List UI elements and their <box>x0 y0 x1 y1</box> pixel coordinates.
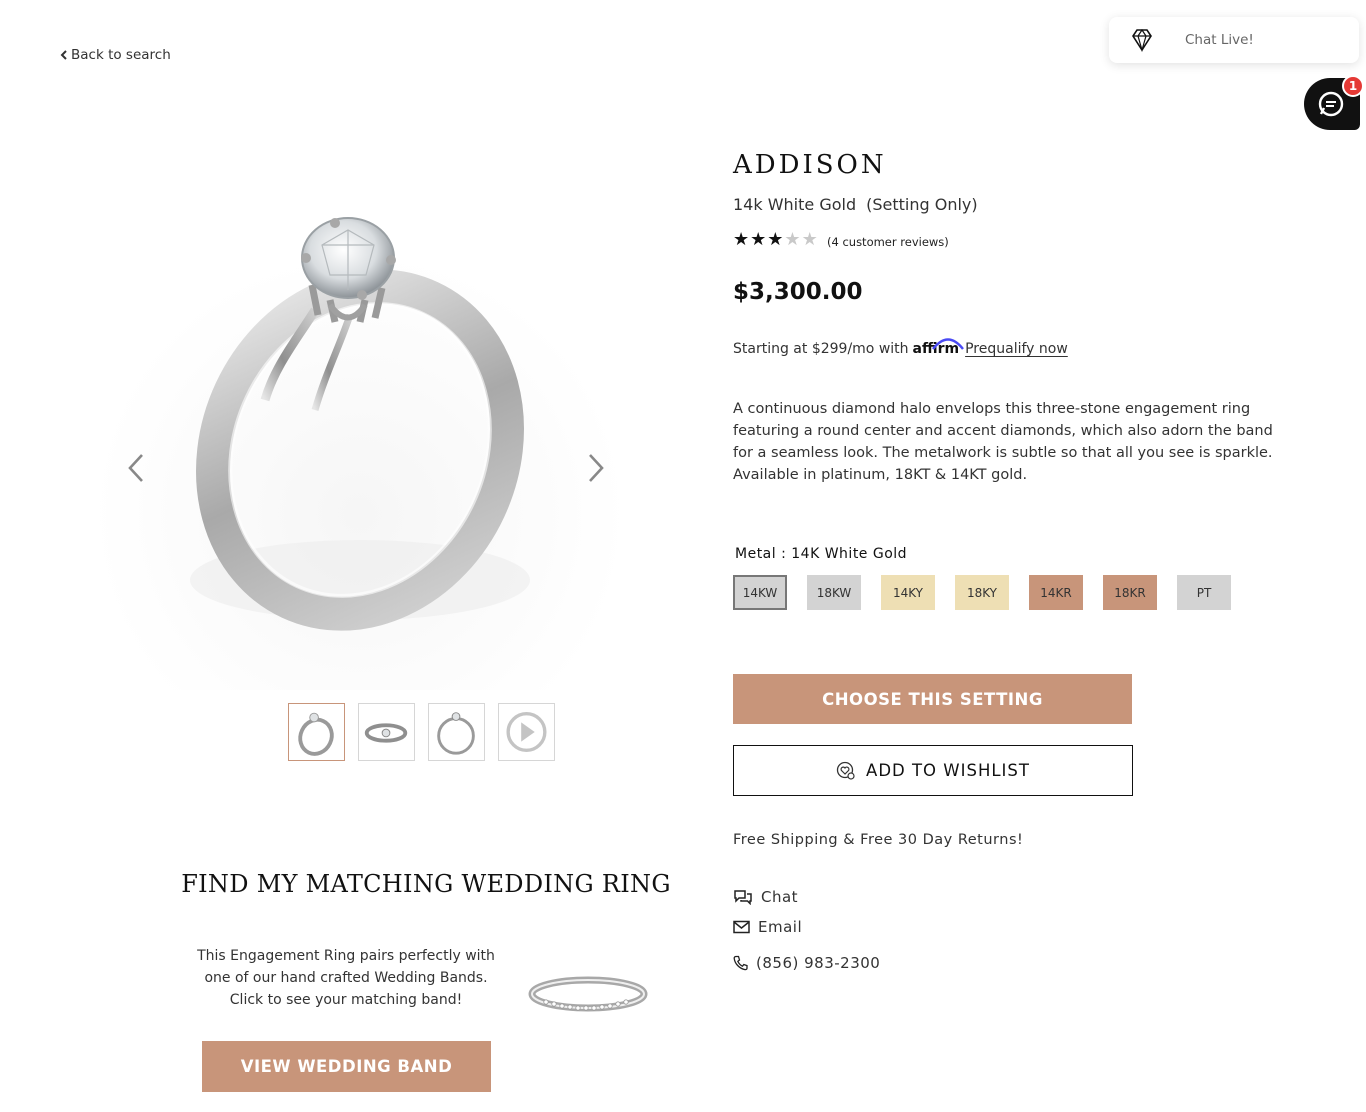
star-rating: ★ ★ ★ ★ ★ <box>733 231 818 249</box>
gallery-thumbnail[interactable] <box>498 703 555 761</box>
metal-option-18kw[interactable]: 18KW <box>807 575 861 610</box>
matching-ring-title: FIND MY MATCHING WEDDING RING <box>181 870 671 898</box>
contact-phone-label: (856) 983-2300 <box>756 954 881 972</box>
affirm-financing: Starting at $299/mo with affirm Prequali… <box>733 338 1068 357</box>
matching-ring-description: This Engagement Ring pairs perfectly wit… <box>197 948 495 1008</box>
metal-selector-label: Metal : 14K White Gold <box>735 546 908 562</box>
view-wedding-band-button[interactable]: VIEW WEDDING BAND <box>202 1041 491 1092</box>
gallery-thumbnail[interactable] <box>358 703 415 761</box>
product-description: A continuous diamond halo envelops this … <box>733 401 1273 483</box>
add-to-wishlist-button[interactable]: ADD TO WISHLIST <box>733 745 1133 796</box>
star-icon: ★ <box>733 229 750 250</box>
star-icon: ★ <box>767 229 784 250</box>
metal-name: 14k White Gold <box>733 195 857 214</box>
affirm-logo: affirm <box>913 338 964 357</box>
chat-live-label: Chat Live! <box>1185 32 1254 48</box>
chat-live-widget[interactable]: Chat Live! <box>1109 17 1359 63</box>
contact-email-label: Email <box>758 918 803 936</box>
metal-option-pt[interactable]: PT <box>1177 575 1231 610</box>
envelope-icon <box>733 920 750 934</box>
contact-email-link[interactable]: Email <box>733 918 802 936</box>
diamond-logo-icon <box>1132 28 1152 53</box>
setting-note: (Setting Only) <box>866 195 978 214</box>
affirm-prefix: Starting at $299/mo with <box>733 341 909 357</box>
play-video-icon <box>506 711 547 753</box>
gallery-next-arrow[interactable] <box>586 452 606 484</box>
star-icon: ★ <box>784 229 801 250</box>
product-title: ADDISON <box>733 150 887 180</box>
affirm-arc-icon <box>931 338 964 350</box>
star-icon: ★ <box>750 229 767 250</box>
shipping-info: Free Shipping & Free 30 Day Returns! <box>733 832 1024 848</box>
chat-bubble-icon <box>1318 91 1344 117</box>
ring-front-thumbnail <box>364 723 408 743</box>
gallery-thumbnail[interactable] <box>428 703 485 761</box>
product-subtitle: 14k White Gold (Setting Only) <box>733 195 978 214</box>
gallery-prev-arrow[interactable] <box>126 452 146 484</box>
star-icon: ★ <box>801 229 818 250</box>
product-price: $3,300.00 <box>733 279 863 305</box>
wishlist-heart-icon <box>836 761 855 780</box>
metal-option-18ky[interactable]: 18KY <box>955 575 1009 610</box>
choose-setting-button[interactable]: CHOOSE THIS SETTING <box>733 674 1132 724</box>
contact-chat-label: Chat <box>761 888 799 906</box>
ring-angle-thumbnail <box>298 712 334 756</box>
contact-chat-link[interactable]: Chat <box>733 888 798 906</box>
add-to-wishlist-label: ADD TO WISHLIST <box>866 761 1030 780</box>
metal-option-14kw[interactable]: 14KW <box>733 575 787 610</box>
phone-icon <box>733 955 748 971</box>
metal-option-14ky[interactable]: 14KY <box>881 575 935 610</box>
chevron-left-icon <box>60 50 67 60</box>
metal-option-18kr[interactable]: 18KR <box>1103 575 1157 610</box>
back-to-search-link[interactable]: Back to search <box>60 47 171 63</box>
metal-option-14kr[interactable]: 14KR <box>1029 575 1083 610</box>
prequalify-link[interactable]: Prequalify now <box>965 341 1068 357</box>
gallery-thumbnail[interactable] <box>288 703 345 761</box>
ring-side-thumbnail <box>437 712 475 755</box>
customer-reviews-link[interactable]: (4 customer reviews) <box>827 235 949 249</box>
chat-icon <box>734 890 752 905</box>
notification-badge: 1 <box>1342 75 1364 97</box>
back-to-search-label: Back to search <box>71 47 171 63</box>
wedding-band-image[interactable] <box>512 962 664 1022</box>
product-image-ring <box>190 217 530 631</box>
contact-phone-link[interactable]: (856) 983-2300 <box>733 954 880 972</box>
